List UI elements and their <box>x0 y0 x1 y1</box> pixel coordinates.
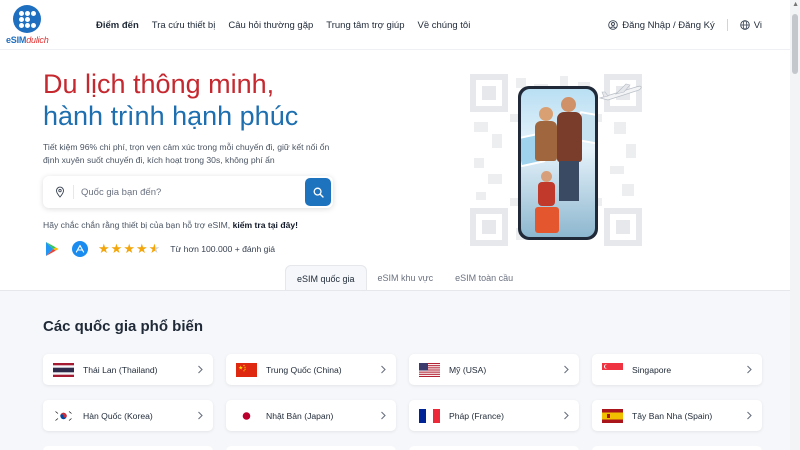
tab-regional-esim[interactable]: eSIM khu vực <box>367 265 445 291</box>
site-header: eSIMdulich Điểm đến Tra cứu thiết bị Câu… <box>0 0 800 50</box>
esim-type-tabs: eSIM quốc gia eSIM khu vực eSIM toàn cầu <box>285 265 524 291</box>
nav-item-about-us[interactable]: Về chúng tôi <box>418 20 471 31</box>
country-card-partial[interactable] <box>226 446 396 450</box>
nav-item-help-center[interactable]: Trung tâm trợ giúp <box>326 20 404 31</box>
popular-countries-section: Các quốc gia phổ biến Thái Lan (Thailand… <box>0 290 790 450</box>
spain-flag-icon <box>602 408 623 423</box>
section-title: Các quốc gia phổ biến <box>43 318 204 335</box>
store-rating-row: ★ ★ ★ ★ ★ Từ hơn 100.000 + đánh giá <box>43 240 275 258</box>
header-divider <box>726 19 728 31</box>
language-selector[interactable]: Vi <box>739 19 762 31</box>
china-flag-icon: ★ <box>236 362 257 377</box>
phone-illustration <box>518 86 598 240</box>
chevron-right-icon <box>198 365 203 374</box>
destination-search <box>43 176 333 208</box>
tab-global-esim[interactable]: eSIM toàn cầu <box>444 265 524 291</box>
country-card-china[interactable]: ★ Trung Quốc (China) <box>226 354 396 385</box>
chevron-right-icon <box>564 365 569 374</box>
country-card-spain[interactable]: Tây Ban Nha (Spain) <box>592 400 762 431</box>
phone-screen <box>521 89 595 237</box>
hero-title-line1: Du lịch thông minh, <box>43 69 275 99</box>
singapore-flag-icon <box>602 362 623 377</box>
rating-count-text: Từ hơn 100.000 + đánh giá <box>170 244 276 254</box>
child-body <box>538 182 555 206</box>
brand-logo[interactable]: eSIMdulich <box>6 5 50 47</box>
star-icon: ★ <box>123 241 135 256</box>
country-card-usa[interactable]: Mỹ (USA) <box>409 354 579 385</box>
chevron-right-icon <box>198 411 203 420</box>
country-grid-next-row <box>43 446 763 450</box>
suitcase <box>535 207 559 233</box>
google-play-icon[interactable] <box>44 241 60 257</box>
location-pin-icon <box>56 186 64 198</box>
traveler-man-body <box>557 112 582 162</box>
hero-title-line2: hành trình hạnh phúc <box>43 101 299 131</box>
device-check-link[interactable]: kiểm tra tại đây! <box>233 220 298 230</box>
scroll-thumb[interactable] <box>792 14 798 74</box>
traveler-man-legs <box>559 161 579 201</box>
svg-text:★: ★ <box>238 365 243 371</box>
chevron-right-icon <box>381 365 386 374</box>
logo-text: eSIMdulich <box>6 35 49 45</box>
destination-search-input[interactable] <box>81 186 291 198</box>
country-card-singapore[interactable]: Singapore <box>592 354 762 385</box>
search-icon <box>313 187 324 198</box>
traveler-man-head <box>561 97 576 112</box>
user-icon <box>608 20 619 30</box>
thailand-flag-icon <box>53 362 74 377</box>
country-card-japan[interactable]: Nhật Bản (Japan) <box>226 400 396 431</box>
tab-country-esim[interactable]: eSIM quốc gia <box>285 265 367 291</box>
chevron-right-icon <box>564 411 569 420</box>
header-actions: Đăng Nhập / Đăng Ký Vi <box>608 0 762 50</box>
search-button[interactable] <box>305 178 331 206</box>
country-label: Trung Quốc (China) <box>266 364 342 375</box>
chevron-right-icon <box>747 365 752 374</box>
country-card-partial[interactable] <box>592 446 762 450</box>
page-scrollbar[interactable]: ▲ <box>790 0 800 450</box>
korea-flag-icon <box>53 408 74 423</box>
country-label: Thái Lan (Thailand) <box>83 364 158 375</box>
login-button[interactable]: Đăng Nhập / Đăng Ký <box>608 19 715 31</box>
hero-description: Tiết kiệm 96% chi phí, trọn vẹn cảm xúc … <box>43 142 330 165</box>
usa-flag-icon <box>419 362 440 377</box>
half-star-icon: ★ <box>148 241 161 256</box>
device-check-notice: Hãy chắc chắn rằng thiết bị của bạn hỗ t… <box>43 220 298 230</box>
star-icon: ★ <box>110 241 123 256</box>
app-store-icon[interactable] <box>72 241 88 257</box>
airplane-icon <box>598 83 642 101</box>
scroll-up-arrow-icon[interactable]: ▲ <box>792 1 799 8</box>
country-card-france[interactable]: Pháp (France) <box>409 400 579 431</box>
country-label: Mỹ (USA) <box>449 364 487 375</box>
country-label: Tây Ban Nha (Spain) <box>632 410 713 421</box>
country-grid: Thái Lan (Thailand) ★ Trung Quốc (China)… <box>43 354 763 431</box>
country-card-thailand[interactable]: Thái Lan (Thailand) <box>43 354 213 385</box>
chevron-right-icon <box>747 411 752 420</box>
language-label: Vi <box>753 19 762 31</box>
main-nav: Điểm đến Tra cứu thiết bị Câu hỏi thường… <box>96 0 470 50</box>
country-card-partial[interactable] <box>43 446 213 450</box>
rating-stars: ★ ★ ★ ★ ★ <box>98 241 160 257</box>
hero-title: Du lịch thông minh, hành trình hạnh phúc <box>43 68 298 132</box>
traveler-woman-body <box>535 121 557 161</box>
country-label: Hàn Quốc (Korea) <box>83 410 153 421</box>
country-label: Singapore <box>632 364 672 375</box>
nav-item-destinations[interactable]: Điểm đến <box>96 20 139 31</box>
nav-item-faq[interactable]: Câu hỏi thường gặp <box>228 20 313 31</box>
country-label: Nhật Bản (Japan) <box>266 410 334 421</box>
japan-flag-icon <box>236 408 257 423</box>
search-divider <box>73 185 74 199</box>
logo-mark-icon <box>13 5 41 33</box>
login-label: Đăng Nhập / Đăng Ký <box>622 19 715 31</box>
star-icon: ★ <box>98 241 110 256</box>
globe-icon <box>739 20 750 30</box>
country-card-korea[interactable]: Hàn Quốc (Korea) <box>43 400 213 431</box>
country-label: Pháp (France) <box>449 410 504 421</box>
france-flag-icon <box>419 408 440 423</box>
country-card-partial[interactable] <box>409 446 579 450</box>
star-icon: ★ <box>135 241 148 256</box>
nav-item-device-lookup[interactable]: Tra cứu thiết bị <box>152 20 216 31</box>
child-head <box>541 171 552 182</box>
chevron-right-icon <box>381 411 386 420</box>
traveler-woman-head <box>539 107 553 121</box>
